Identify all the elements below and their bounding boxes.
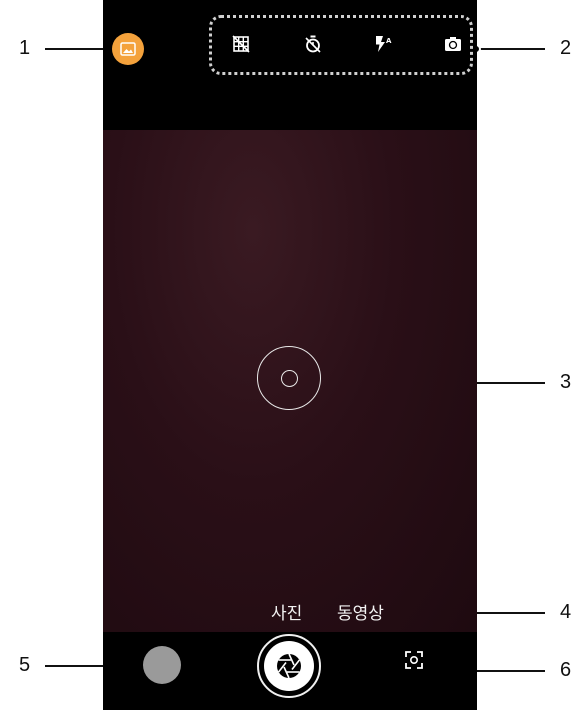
callout-number-2: 2 — [560, 37, 572, 59]
mode-video[interactable]: 동영상 — [337, 604, 384, 624]
aperture-icon — [277, 653, 301, 679]
image-icon — [120, 42, 136, 56]
shutter-inner — [264, 641, 314, 691]
callout-line-1 — [45, 48, 110, 50]
mode-photo[interactable]: 사진 — [271, 604, 302, 624]
callout-line-2 — [475, 48, 545, 50]
focus-frame-icon[interactable] — [402, 648, 426, 672]
svg-text:A: A — [386, 37, 392, 45]
grid-icon[interactable] — [230, 33, 252, 55]
camera-screen: A 사진 동영상 — [103, 0, 477, 710]
switch-camera-icon[interactable] — [442, 33, 464, 55]
gallery-icon[interactable] — [112, 33, 144, 65]
callout-number-1: 1 — [19, 37, 31, 59]
callout-number-6: 6 — [560, 659, 572, 681]
callout-number-5: 5 — [19, 654, 31, 676]
last-photo-thumbnail[interactable] — [143, 646, 181, 684]
callout-number-3: 3 — [560, 371, 572, 393]
shutter-button[interactable] — [257, 634, 321, 698]
focus-center-dot — [281, 370, 298, 387]
flash-auto-icon[interactable]: A — [372, 33, 394, 55]
timer-icon[interactable] — [302, 33, 324, 55]
callout-number-4: 4 — [560, 601, 572, 623]
